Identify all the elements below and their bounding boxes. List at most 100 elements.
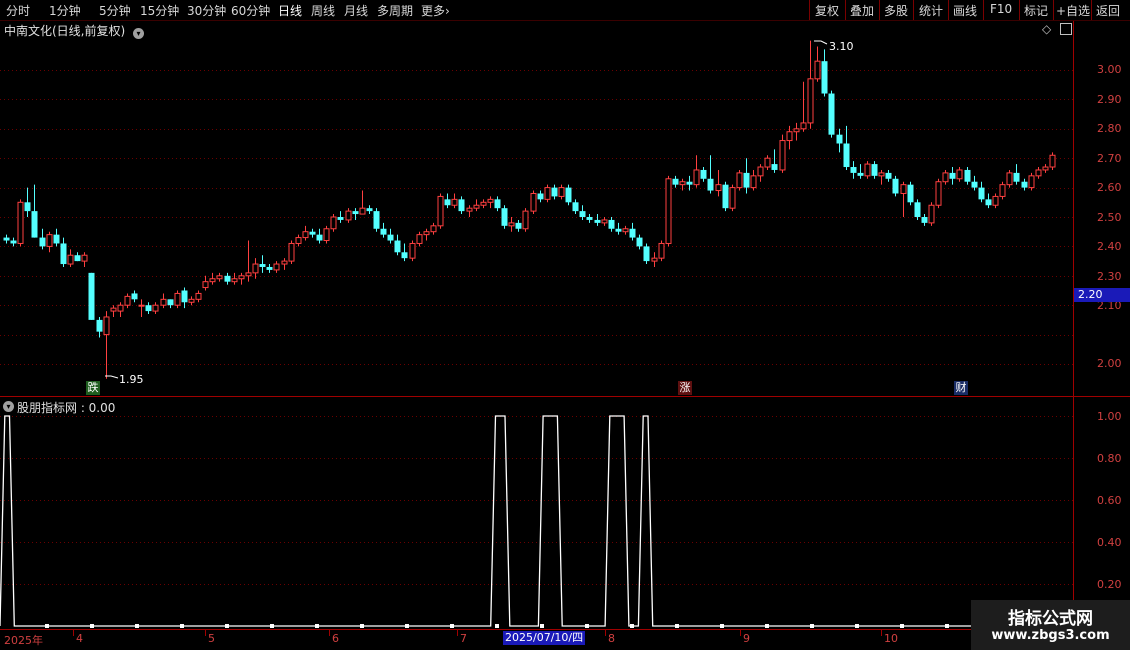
candle-body bbox=[757, 166, 764, 177]
candle bbox=[871, 161, 878, 179]
candle-body bbox=[401, 252, 408, 259]
candle-body bbox=[238, 275, 245, 280]
stock-title: 中南文化(日线,前复权) ▾ bbox=[4, 22, 145, 39]
kline-chart: 3.10 1.95 bbox=[0, 21, 1130, 636]
candle bbox=[565, 184, 572, 206]
candle-body bbox=[551, 187, 558, 197]
indicator-axis-label: 0.80 bbox=[1097, 452, 1122, 465]
candle bbox=[337, 211, 344, 223]
indicator-point bbox=[450, 624, 454, 628]
candle-body bbox=[928, 204, 935, 224]
candle bbox=[352, 208, 359, 220]
candle-body bbox=[224, 275, 231, 282]
candle-body bbox=[707, 178, 714, 191]
candle bbox=[487, 196, 494, 209]
candle bbox=[651, 252, 658, 267]
candle bbox=[138, 299, 145, 317]
candle-body bbox=[601, 219, 608, 224]
candle bbox=[1013, 164, 1020, 185]
candle bbox=[281, 258, 288, 270]
candle-body bbox=[295, 237, 302, 244]
candle-body bbox=[387, 234, 394, 241]
candle-body bbox=[259, 264, 266, 267]
candle bbox=[750, 169, 757, 191]
candle-body bbox=[444, 199, 451, 206]
candle-body bbox=[572, 202, 579, 212]
indicator-point bbox=[675, 624, 679, 628]
indicator-point bbox=[405, 624, 409, 628]
date-ticks bbox=[73, 630, 882, 636]
candle bbox=[771, 149, 778, 173]
candle bbox=[430, 222, 437, 235]
candle-body bbox=[658, 242, 665, 259]
candle-body bbox=[81, 254, 88, 262]
candle bbox=[209, 272, 216, 285]
candle bbox=[551, 184, 558, 200]
candle-body bbox=[594, 219, 601, 223]
candle-body bbox=[117, 304, 124, 312]
candle bbox=[757, 164, 764, 182]
diamond-icon[interactable]: ◇ bbox=[1042, 22, 1051, 36]
chevron-down-icon[interactable]: ▾ bbox=[133, 28, 145, 39]
candle bbox=[416, 231, 423, 247]
candle-body bbox=[672, 178, 679, 185]
candle bbox=[380, 222, 387, 238]
rise-marker[interactable]: 涨 bbox=[678, 381, 692, 395]
candle-body bbox=[96, 319, 103, 332]
candle bbox=[167, 299, 174, 309]
candle bbox=[900, 181, 907, 217]
candle-body bbox=[651, 257, 658, 262]
candle bbox=[401, 243, 408, 262]
candle bbox=[629, 222, 636, 241]
candle-body bbox=[131, 293, 138, 300]
indicator-series bbox=[0, 415, 1072, 628]
candle bbox=[786, 125, 793, 150]
candle-body bbox=[629, 228, 636, 238]
candle bbox=[345, 208, 352, 223]
candle bbox=[836, 128, 843, 153]
candle-body bbox=[88, 272, 95, 320]
candle-body bbox=[124, 295, 131, 306]
candle bbox=[914, 199, 921, 220]
candle-body bbox=[515, 222, 522, 229]
candle bbox=[181, 287, 188, 309]
candle bbox=[316, 228, 323, 244]
candle-body bbox=[430, 225, 437, 233]
candle-body bbox=[316, 234, 323, 241]
candle-body bbox=[323, 228, 330, 242]
candle-body bbox=[971, 181, 978, 188]
candle-body bbox=[821, 61, 828, 94]
candle-body bbox=[231, 278, 238, 283]
chevron-down-icon[interactable]: ▾ bbox=[3, 401, 14, 412]
candle bbox=[88, 272, 95, 320]
candle-body bbox=[409, 242, 416, 259]
candle-body bbox=[885, 172, 892, 179]
candle-body bbox=[878, 172, 885, 177]
candle-body bbox=[380, 228, 387, 235]
finance-marker[interactable]: 财 bbox=[954, 381, 968, 395]
candle bbox=[216, 272, 223, 282]
candle bbox=[409, 240, 416, 262]
indicator-point bbox=[495, 624, 499, 628]
fall-marker[interactable]: 跌 bbox=[86, 381, 100, 395]
candle bbox=[700, 167, 707, 182]
candle bbox=[24, 187, 31, 217]
candle bbox=[359, 190, 366, 215]
price-axis-label: 2.90 bbox=[1097, 93, 1122, 106]
candle-body bbox=[786, 131, 793, 142]
candle bbox=[81, 252, 88, 267]
candle bbox=[956, 167, 963, 182]
candle-body bbox=[771, 164, 778, 170]
indicator-point bbox=[225, 624, 229, 628]
indicator-point bbox=[720, 624, 724, 628]
price-axis-label: 2.50 bbox=[1097, 211, 1122, 224]
candle-body bbox=[850, 167, 857, 173]
candle bbox=[124, 293, 131, 309]
panel-toggle-icon[interactable] bbox=[1060, 23, 1072, 35]
candle bbox=[1028, 172, 1035, 191]
candle bbox=[736, 169, 743, 191]
candle bbox=[245, 240, 252, 282]
price-axis-label: 2.80 bbox=[1097, 122, 1122, 135]
candle bbox=[273, 261, 280, 273]
candle bbox=[942, 169, 949, 185]
